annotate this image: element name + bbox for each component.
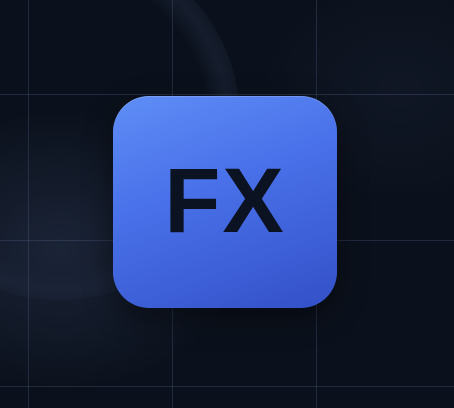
- app-icon-label: FX: [164, 150, 286, 252]
- desktop-background: FX: [0, 0, 454, 408]
- grid-line: [0, 94, 454, 95]
- grid-line: [0, 386, 454, 387]
- fx-app-icon[interactable]: FX: [113, 96, 337, 308]
- grid-line: [28, 0, 29, 408]
